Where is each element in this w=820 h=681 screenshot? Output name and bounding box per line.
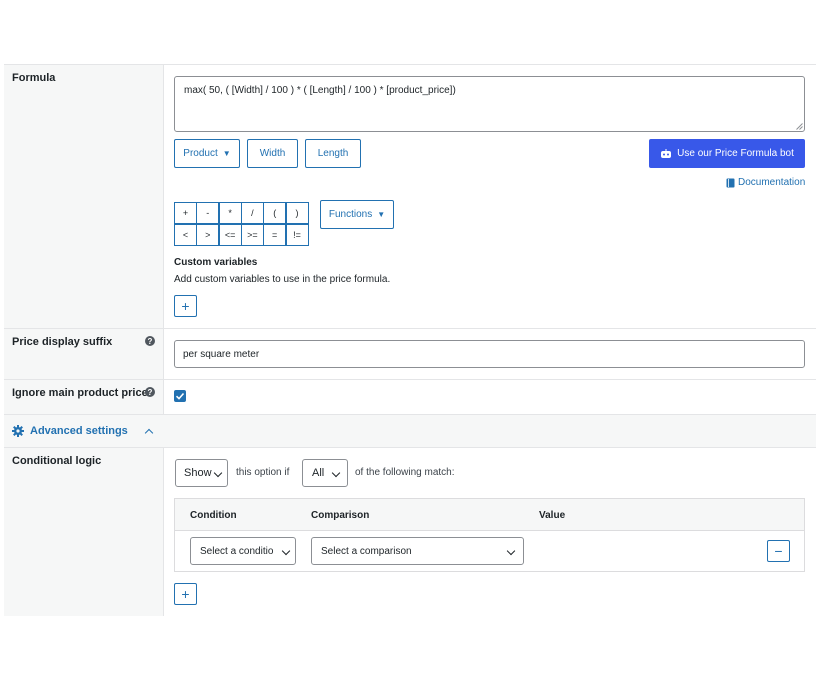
conditional-logic-label: Conditional logic bbox=[12, 455, 102, 467]
length-button[interactable]: Length bbox=[305, 139, 361, 168]
suffix-label: Price display suffix bbox=[12, 336, 113, 348]
operator-button[interactable]: + bbox=[174, 202, 197, 224]
row-divider bbox=[4, 328, 816, 329]
chevron-down-icon bbox=[281, 546, 291, 556]
chevron-down-icon bbox=[506, 546, 516, 556]
ignore-price-checkbox[interactable] bbox=[174, 390, 186, 402]
formula-textarea[interactable]: max( 50, ( [Width] / 100 ) * ( [Length] … bbox=[174, 76, 805, 132]
functions-button-label: Functions bbox=[328, 209, 373, 220]
comparison-select-value: Select a comparison bbox=[321, 545, 412, 557]
row-divider bbox=[4, 447, 816, 448]
column-divider bbox=[163, 448, 164, 616]
condition-header: Condition bbox=[190, 510, 237, 521]
ignore-price-label: Ignore main product price bbox=[12, 387, 148, 399]
custom-variables-description: Add custom variables to use in the price… bbox=[174, 274, 391, 285]
following-match-text: of the following match: bbox=[355, 467, 455, 478]
condition-select-value: Select a conditio bbox=[200, 545, 274, 557]
help-icon[interactable]: ? bbox=[145, 387, 155, 397]
all-select[interactable]: All bbox=[302, 459, 348, 487]
row-divider bbox=[4, 64, 816, 65]
operator-button[interactable]: - bbox=[196, 202, 220, 224]
this-option-if-text: this option if bbox=[236, 467, 290, 478]
show-select-value: Show bbox=[184, 467, 212, 479]
remove-condition-button[interactable]: − bbox=[767, 540, 790, 562]
chevron-down-icon bbox=[331, 468, 341, 478]
documentation-link[interactable]: Documentation bbox=[726, 176, 806, 189]
formula-text: max( 50, ( [Width] / 100 ) * ( [Length] … bbox=[184, 85, 456, 96]
checkmark-icon bbox=[175, 392, 185, 400]
advanced-settings-toggle[interactable]: Advanced settings bbox=[12, 423, 154, 438]
chevron-down-icon bbox=[213, 468, 223, 478]
add-condition-button[interactable]: + bbox=[174, 583, 197, 605]
bot-button-label: Use our Price Formula bot bbox=[677, 148, 794, 159]
advanced-settings-label: Advanced settings bbox=[30, 424, 128, 437]
product-button[interactable]: Product ▼ bbox=[174, 139, 240, 168]
add-custom-variable-button[interactable]: + bbox=[174, 295, 197, 317]
condition-select[interactable]: Select a conditio bbox=[190, 537, 296, 565]
product-button-label: Product bbox=[183, 148, 218, 159]
documentation-label: Documentation bbox=[738, 177, 806, 188]
operator-button[interactable]: ( bbox=[263, 202, 287, 224]
operator-button[interactable]: > bbox=[196, 224, 220, 246]
conditions-table-header bbox=[175, 499, 804, 531]
formula-label: Formula bbox=[12, 72, 56, 84]
functions-button[interactable]: Functions ▼ bbox=[320, 200, 394, 229]
operator-button[interactable]: / bbox=[240, 202, 264, 224]
custom-variables-title: Custom variables bbox=[174, 257, 258, 268]
all-select-value: All bbox=[312, 467, 325, 479]
gear-icon bbox=[12, 424, 24, 437]
formula-label-cell bbox=[4, 65, 163, 328]
dropdown-triangle-icon: ▼ bbox=[377, 210, 386, 219]
row-divider bbox=[4, 379, 816, 380]
operator-button[interactable]: * bbox=[218, 202, 242, 224]
chevron-up-icon bbox=[144, 428, 154, 437]
width-button[interactable]: Width bbox=[247, 139, 298, 168]
suffix-input-value: per square meter bbox=[183, 348, 260, 360]
robot-icon bbox=[661, 148, 672, 158]
operator-button[interactable]: >= bbox=[240, 224, 264, 246]
operator-button[interactable]: <= bbox=[218, 224, 242, 246]
dropdown-triangle-icon: ▼ bbox=[222, 149, 231, 158]
operator-button[interactable]: ) bbox=[285, 202, 309, 224]
column-divider bbox=[163, 65, 164, 415]
book-icon bbox=[726, 178, 735, 187]
operator-button[interactable]: != bbox=[285, 224, 309, 246]
price-formula-bot-button[interactable]: Use our Price Formula bot bbox=[649, 139, 805, 168]
help-icon[interactable]: ? bbox=[145, 336, 155, 346]
operator-button[interactable]: = bbox=[263, 224, 287, 246]
resize-grip-icon[interactable] bbox=[796, 123, 803, 130]
operator-button[interactable]: < bbox=[174, 224, 197, 246]
conditional-label-cell bbox=[4, 448, 163, 616]
show-select[interactable]: Show bbox=[175, 459, 228, 487]
value-header: Value bbox=[539, 510, 566, 521]
comparison-header: Comparison bbox=[311, 510, 370, 521]
comparison-select[interactable]: Select a comparison bbox=[311, 537, 524, 565]
row-divider bbox=[4, 414, 816, 415]
suffix-input[interactable]: per square meter bbox=[174, 340, 805, 368]
